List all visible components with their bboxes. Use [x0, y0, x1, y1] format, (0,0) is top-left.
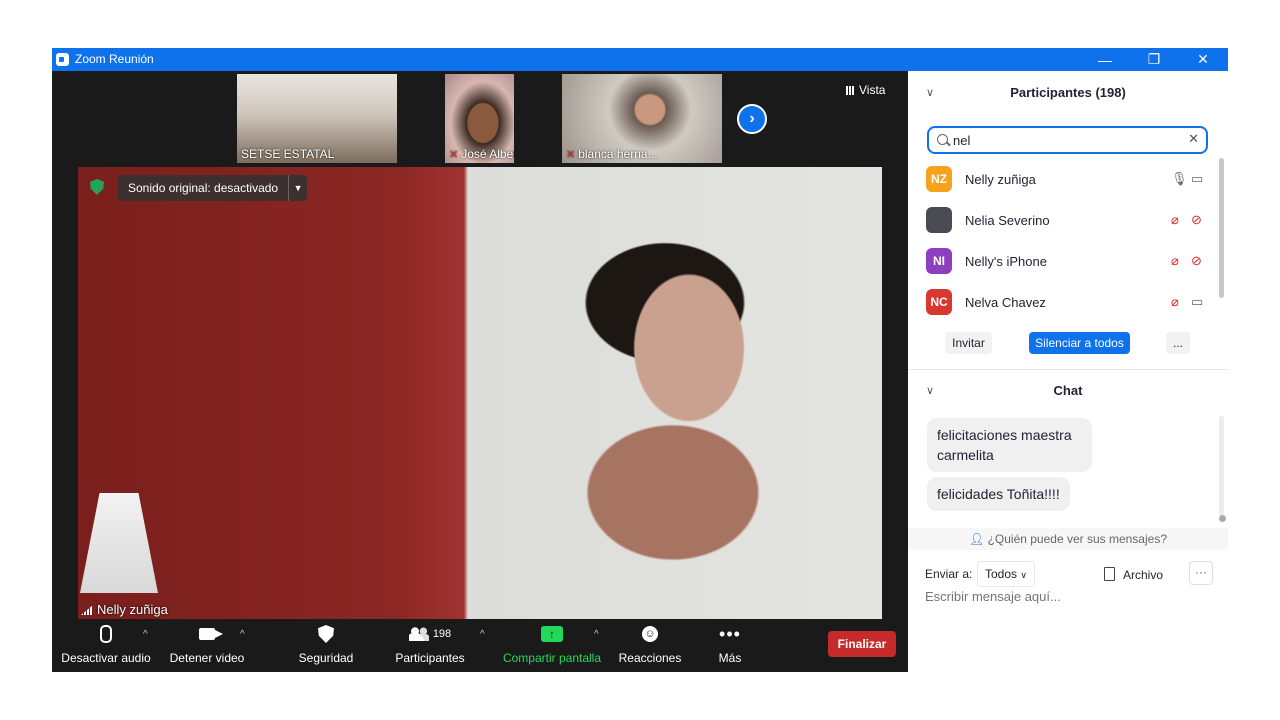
chevron-right-icon: ›	[749, 110, 755, 127]
chat-message: felicitaciones maestra carmelita	[927, 418, 1092, 472]
chat-message: felicidades Toñita!!!!	[927, 477, 1070, 511]
chat-message-input[interactable]	[925, 589, 1205, 604]
who-can-see-link[interactable]: 👤︎ ¿Quién puede ver sus mensajes?	[908, 528, 1228, 550]
reactions-button[interactable]: ☺ Reacciones	[617, 620, 683, 672]
next-page-button[interactable]: ›	[737, 104, 767, 134]
chevron-down-icon: ∨	[1020, 570, 1027, 580]
original-sound-toggle[interactable]: Sonido original: desactivado ▼	[118, 175, 308, 201]
participant-row[interactable]: NZ Nelly zuñiga 🎙︎ ▭	[926, 162, 1216, 196]
chevron-down-icon[interactable]: ∨	[926, 73, 934, 113]
avatar: NI	[926, 248, 952, 274]
smiley-icon: ☺	[642, 626, 658, 642]
ellipsis-icon: ···	[1195, 565, 1207, 579]
send-to-label: Enviar a:	[925, 567, 973, 581]
chevron-down-icon[interactable]: ▼	[288, 175, 307, 201]
microphone-icon[interactable]: 🎙︎	[1171, 171, 1188, 187]
chat-header: ∨ Chat	[908, 371, 1228, 411]
ellipsis-icon: •••	[719, 623, 741, 644]
tile-name: ✕José Alberto ...	[449, 147, 514, 161]
mic-muted-icon[interactable]: ⌀	[1171, 253, 1179, 269]
share-screen-button[interactable]: ↑ Compartir pantalla ^	[502, 620, 602, 672]
share-arrow-icon: ↑	[541, 626, 563, 642]
grid-icon	[846, 86, 855, 95]
people-icon	[408, 627, 429, 641]
avatar: NC	[926, 289, 952, 315]
restore-button[interactable]: ❐	[1131, 48, 1177, 71]
zoom-window: Zoom Reunión — ❐ ✕ SETSE ESTATAL ✕ José A…	[52, 48, 1228, 672]
search-icon	[937, 134, 948, 145]
more-options-button[interactable]: ...	[1166, 332, 1190, 354]
minimize-button[interactable]: —	[1082, 48, 1128, 71]
chat-more-button[interactable]: ···	[1189, 561, 1213, 585]
meeting-area: SETSE ESTATAL ✕José Alberto ... ✕blanca …	[52, 71, 908, 672]
participants-count: 198	[432, 628, 452, 640]
window-title: Zoom Reunión	[75, 52, 154, 66]
title-bar: Zoom Reunión — ❐ ✕	[52, 48, 1228, 71]
more-button[interactable]: ••• Más	[702, 620, 758, 672]
encryption-shield-icon[interactable]	[90, 179, 104, 195]
avatar: NZ	[926, 166, 952, 192]
search-input[interactable]	[953, 130, 1173, 150]
lamp-shade	[80, 493, 158, 593]
file-icon	[1104, 567, 1115, 581]
stop-video-button[interactable]: Detener video ^	[164, 620, 250, 672]
avatar	[926, 207, 952, 233]
microphone-icon	[100, 625, 112, 643]
video-camera-icon	[199, 628, 223, 640]
zoom-app-icon	[56, 53, 69, 66]
active-speaker-video: Sonido original: desactivado ▼ Nelly zuñ…	[78, 167, 882, 619]
chevron-up-icon[interactable]: ^	[480, 629, 485, 640]
participant-row[interactable]: Nelia Severino ⌀ ⊘	[926, 203, 1216, 237]
invite-button[interactable]: Invitar	[945, 332, 992, 354]
chevron-up-icon[interactable]: ^	[143, 629, 148, 640]
chevron-down-icon[interactable]: ∨	[926, 371, 934, 411]
meeting-toolbar: Desactivar audio ^ Detener video ^ Segur…	[52, 620, 908, 672]
participants-button[interactable]: 198 Participantes ^	[392, 620, 485, 672]
mic-muted-icon[interactable]: ⌀	[1171, 294, 1179, 310]
recipient-dropdown[interactable]: Todos ∨	[977, 561, 1035, 587]
security-button[interactable]: Seguridad	[288, 620, 364, 672]
video-camera-icon[interactable]: ▭	[1191, 171, 1203, 187]
tile-name: SETSE ESTATAL	[241, 147, 335, 161]
gallery-tile[interactable]: ✕José Alberto ...	[445, 74, 514, 163]
close-window-button[interactable]: ✕	[1180, 48, 1226, 71]
file-button[interactable]: Archivo	[1104, 567, 1163, 582]
person-icon: 👤︎	[968, 532, 988, 546]
gallery-tile[interactable]: SETSE ESTATAL	[237, 74, 397, 163]
mic-muted-icon[interactable]: ⌀	[1171, 212, 1179, 228]
end-meeting-button[interactable]: Finalizar	[828, 631, 896, 657]
mute-audio-button[interactable]: Desactivar audio ^	[60, 620, 152, 672]
participant-search[interactable]: ✕	[927, 126, 1208, 154]
mic-muted-icon: ✕	[566, 149, 576, 161]
participants-scrollbar[interactable]	[1219, 158, 1224, 298]
chevron-up-icon[interactable]: ^	[594, 629, 599, 640]
tile-name: ✕ blanca herna...	[566, 147, 658, 161]
gallery-tile[interactable]: ✕ blanca herna...	[562, 74, 722, 163]
mute-all-button[interactable]: Silenciar a todos	[1029, 332, 1130, 354]
shield-icon	[318, 625, 334, 643]
participant-row[interactable]: NI Nelly's iPhone ⌀ ⊘	[926, 244, 1216, 278]
participant-row[interactable]: NC Nelva Chavez ⌀ ▭	[926, 285, 1216, 319]
scroll-thumb[interactable]	[1219, 515, 1226, 522]
participants-header: ∨ Participantes (198)	[908, 73, 1228, 113]
chevron-up-icon[interactable]: ^	[240, 629, 245, 640]
video-off-icon[interactable]: ⊘	[1191, 253, 1202, 269]
signal-bars-icon	[81, 605, 93, 615]
chat-scrollbar[interactable]	[1219, 416, 1224, 516]
video-off-icon[interactable]: ⊘	[1191, 212, 1202, 228]
clear-icon[interactable]: ✕	[1188, 131, 1199, 147]
view-button[interactable]: Vista	[846, 83, 885, 97]
speaker-name: Nelly zuñiga	[81, 602, 168, 617]
divider	[908, 369, 1228, 370]
video-camera-icon[interactable]: ▭	[1191, 294, 1203, 310]
side-panel: ∨ Participantes (198) ✕ NZ Nelly zuñiga …	[908, 71, 1228, 672]
mic-muted-icon: ✕	[449, 149, 459, 161]
